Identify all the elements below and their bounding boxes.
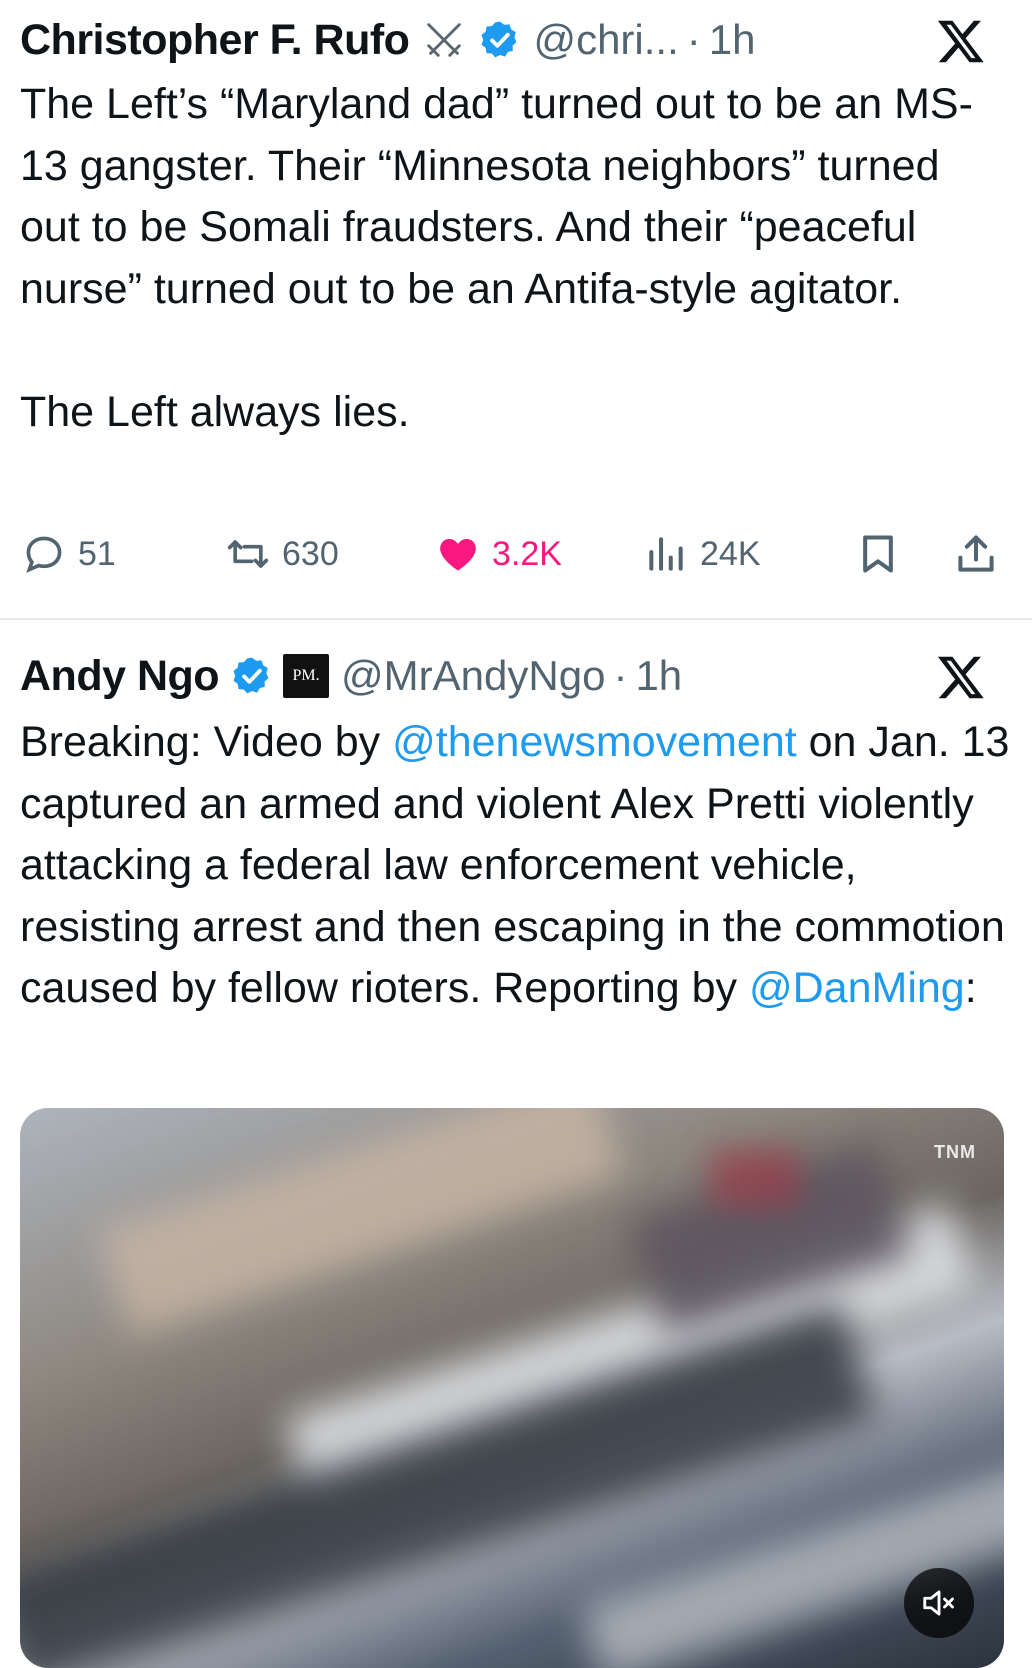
bookmark-icon: [863, 535, 893, 573]
repost-button[interactable]: 630: [226, 528, 339, 580]
repost-count: 630: [282, 534, 339, 573]
affiliate-badge[interactable]: PM.: [283, 654, 330, 698]
timestamp[interactable]: 1h: [635, 652, 682, 700]
tweet-header: Andy Ngo PM. @MrAndyNgo · 1h: [20, 650, 1012, 702]
mention-link[interactable]: @DanMing: [749, 964, 965, 1012]
tweet-actions: 51 630 3.2K 24K: [20, 528, 1010, 580]
reply-icon: [26, 536, 62, 573]
author-handle[interactable]: @chri...: [533, 16, 678, 64]
tweet-paragraph: The Left always lies.: [20, 388, 410, 436]
tweet-paragraph: The Left’s “Maryland dad” turned out to …: [20, 80, 973, 313]
share-button[interactable]: [954, 528, 998, 580]
x-logo-icon: [937, 656, 984, 699]
tweet-text-segment: :: [964, 964, 977, 1012]
x-logo-icon: [937, 20, 984, 63]
share-icon: [958, 535, 994, 572]
tweet-text: The Left’s “Maryland dad” turned out to …: [20, 74, 1010, 444]
tweet-header: Christopher F. Rufo @chri... · 1h: [20, 14, 1012, 66]
tweet-ngo[interactable]: Andy Ngo PM. @MrAndyNgo · 1h Breaking: V…: [0, 620, 1032, 1668]
tweet-text-segment: Breaking: Video by: [20, 718, 393, 766]
author-handle[interactable]: @MrAndyNgo: [341, 652, 605, 700]
repost-icon: [227, 540, 269, 568]
author-name[interactable]: Andy Ngo: [20, 652, 220, 701]
mention-link[interactable]: @thenewsmovement: [392, 718, 797, 766]
video-watermark: TNM: [934, 1142, 976, 1162]
mute-button[interactable]: [904, 1568, 974, 1638]
tweet-text: Breaking: Video by @thenewsmovement on J…: [20, 712, 1010, 1020]
swords-icon: [427, 23, 462, 57]
reply-button[interactable]: 51: [22, 528, 116, 580]
views-button[interactable]: 24K: [644, 528, 761, 580]
reply-count: 51: [78, 534, 116, 573]
separator-dot: ·: [686, 16, 701, 63]
mute-icon: [923, 1590, 954, 1616]
video-player[interactable]: TNM: [20, 1108, 1004, 1668]
tweet-rufo[interactable]: Christopher F. Rufo @chri... · 1h The Le…: [0, 0, 1032, 618]
author-name[interactable]: Christopher F. Rufo: [20, 16, 410, 65]
like-button[interactable]: 3.2K: [436, 528, 562, 580]
verified-badge-icon: [481, 21, 517, 58]
views-count: 24K: [700, 534, 761, 573]
like-icon: [440, 538, 476, 571]
like-count: 3.2K: [492, 534, 562, 573]
views-icon: [649, 537, 683, 571]
verified-badge-icon: [233, 657, 269, 694]
separator-dot: ·: [613, 652, 628, 699]
bookmark-button[interactable]: [856, 528, 900, 580]
timestamp[interactable]: 1h: [709, 16, 756, 64]
